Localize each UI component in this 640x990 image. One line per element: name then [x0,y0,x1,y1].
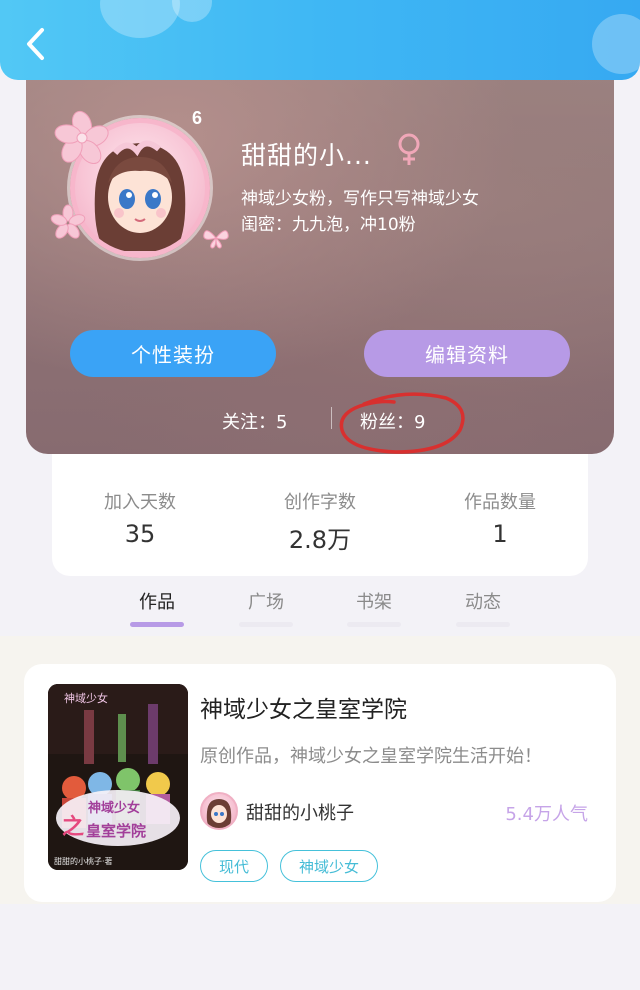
book-card[interactable]: 神域少女 神域少女 之 皇室学院 甜甜的小桃子·著 神域少女之皇室学院 原创作品… [24,664,616,902]
back-button[interactable] [18,26,54,62]
tab-indicator [347,622,401,627]
tab-moments[interactable]: 动态 [443,588,523,614]
profile-card: 6 甜甜的小... 神域少女粉，写作只写神域少女 闺密：九九泡，冲10粉 个性装… [26,60,614,454]
cover-title-text: 之 [62,814,84,840]
personal-decoration-label: 个性装扮 [131,343,215,367]
book-cover-illustration: 神域少女 神域少女 之 皇室学院 甜甜的小桃子·著 [48,684,188,870]
bio-line: 闺密：九九泡，冲10粉 [241,215,416,235]
tag-chip[interactable]: 现代 [200,850,268,882]
stat-value: 1 [492,520,508,548]
popularity-count: 5.4万人气 [505,804,588,825]
tab-indicator-active [130,622,184,627]
stat-join-days: 加入天数 35 [60,488,220,548]
tab-square[interactable]: 广场 [226,588,306,614]
tab-bar: 作品 广场 书架 动态 [0,580,640,632]
stat-divider [331,407,332,429]
cover-title-text: 神域少女 [88,800,140,816]
stat-label: 作品数量 [464,492,536,513]
decor-bubble [100,0,180,38]
tag-chip[interactable]: 神域少女 [280,850,378,882]
cover-title-text: 皇室学院 [86,822,146,840]
personal-decoration-button[interactable]: 个性装扮 [70,330,276,377]
sakura-decoration-icon [54,110,109,165]
stat-label: 创作字数 [284,492,356,513]
stat-works-count: 作品数量 1 [420,488,580,548]
tab-works[interactable]: 作品 [117,588,197,614]
avatar-frame[interactable]: 6 [50,108,229,258]
edit-profile-button[interactable]: 编辑资料 [364,330,570,377]
decor-bubble [592,14,640,74]
author-name[interactable]: 甜甜的小桃子 [246,799,354,825]
level-badge: 6 [192,108,203,128]
top-header [0,0,640,80]
works-list: 神域少女 神域少女 之 皇室学院 甜甜的小桃子·著 神域少女之皇室学院 原创作品… [0,636,640,904]
stat-value: 35 [124,520,156,548]
stat-value: 2.8万 [288,526,352,554]
author-avatar-illustration [206,799,232,828]
butterfly-icon [203,230,229,249]
cover-logo-text: 神域少女 [64,691,108,705]
stat-word-count: 创作字数 2.8万 [240,488,400,555]
stat-label: 加入天数 [104,492,176,513]
chevron-left-icon [27,28,44,60]
author-avatar [200,792,238,830]
book-cover: 神域少女 神域少女 之 皇室学院 甜甜的小桃子·著 [48,684,188,870]
following-count[interactable]: 关注：5 [222,408,287,434]
red-annotation-circle [339,392,465,454]
female-icon [398,133,420,165]
edit-profile-label: 编辑资料 [425,343,509,367]
tab-indicator [456,622,510,627]
username: 甜甜的小... [241,141,372,170]
cover-author-text: 甜甜的小桃子·著 [54,856,113,866]
sakura-decoration-icon [50,204,86,239]
tab-bookshelf[interactable]: 书架 [334,588,414,614]
book-description: 原创作品，神域少女之皇室学院生活开始！ [200,746,542,767]
tab-indicator [239,622,293,627]
decor-bubble [172,0,212,22]
bio-line: 神域少女粉，写作只写神域少女 [241,189,479,209]
book-title: 神域少女之皇室学院 [200,697,407,723]
